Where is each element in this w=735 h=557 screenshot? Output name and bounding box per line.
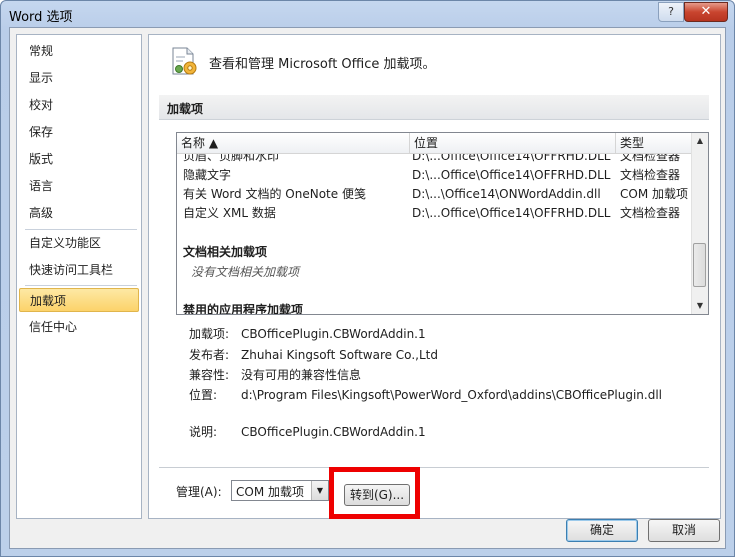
detail-description-label: 说明: — [189, 425, 218, 439]
sidebar-divider — [25, 229, 137, 230]
detail-compat-label: 兼容性: — [189, 368, 230, 382]
row-location: D:\...Office\Office14\OFFRHD.DLL — [412, 168, 611, 182]
column-header-location[interactable]: 位置 — [410, 133, 616, 153]
scroll-up-icon[interactable]: ▲ — [692, 133, 708, 149]
sidebar-item-addins[interactable]: 加载项 — [19, 288, 139, 312]
sidebar-item-quick-access[interactable]: 快速访问工具栏 — [19, 258, 139, 282]
sidebar-item-customize-ribbon[interactable]: 自定义功能区 — [19, 231, 139, 255]
main-panel: 查看和管理 Microsoft Office 加载项。 加载项 名称 ▲ 位置 … — [148, 34, 721, 519]
detail-addin-label: 加载项: — [189, 327, 230, 341]
row-name: 自定义 XML 数据 — [183, 206, 276, 220]
detail-location-value: d:\Program Files\Kingsoft\PowerWord_Oxfo… — [241, 388, 663, 402]
section-title: 加载项 — [167, 102, 204, 116]
help-button[interactable]: ? — [658, 2, 684, 22]
detail-location: 位置: d:\Program Files\Kingsoft\PowerWord_… — [189, 386, 662, 404]
options-dialog: Word 选项 ? ✕ 常规 显示 校对 保存 版式 语言 高级 自定义功能区 … — [0, 0, 735, 557]
row-location: D:\...\Office14\ONWordAddin.dll — [412, 187, 601, 201]
group-disabled-addins: 禁用的应用程序加载项 — [183, 303, 304, 315]
detail-publisher-value: Zhuhai Kingsoft Software Co.,Ltd — [241, 348, 438, 362]
table-row[interactable]: 隐藏文字 D:\...Office\Office14\OFFRHD.DLL 文档… — [177, 166, 693, 185]
row-name: 隐藏文字 — [183, 168, 232, 182]
chevron-down-icon[interactable]: ▼ — [311, 481, 328, 500]
addins-gear-icon — [172, 47, 197, 75]
dialog-content: 常规 显示 校对 保存 版式 语言 高级 自定义功能区 快速访问工具栏 加载项 … — [9, 27, 726, 549]
detail-addin: 加载项: CBOfficePlugin.CBWordAddin.1 — [189, 325, 426, 343]
detail-description-value: CBOfficePlugin.CBWordAddin.1 — [241, 425, 426, 439]
detail-compat-value: 没有可用的兼容性信息 — [241, 368, 362, 382]
page-heading: 查看和管理 Microsoft Office 加载项。 — [209, 57, 436, 72]
row-type: 文档检查器 — [620, 206, 681, 220]
manage-selected-value: COM 加载项 — [236, 485, 304, 499]
detail-publisher-label: 发布者: — [189, 348, 230, 362]
ok-button[interactable]: 确定 — [566, 519, 638, 542]
sidebar-item-general[interactable]: 常规 — [19, 39, 139, 63]
detail-location-label: 位置: — [189, 388, 218, 402]
detail-publisher: 发布者: Zhuhai Kingsoft Software Co.,Ltd — [189, 346, 438, 364]
addins-table[interactable]: 名称 ▲ 位置 类型 页眉、页脚和水印 D:\...Office\Office1… — [176, 132, 709, 315]
title-bar: Word 选项 ? ✕ — [1, 1, 734, 27]
goto-button[interactable]: 转到(G)... — [344, 484, 410, 506]
goto-highlight-box: 转到(G)... — [329, 467, 420, 519]
sidebar-divider — [25, 285, 137, 286]
sidebar-item-layout[interactable]: 版式 — [19, 147, 139, 171]
detail-addin-value: CBOfficePlugin.CBWordAddin.1 — [241, 327, 426, 341]
row-type: 文档检查器 — [620, 168, 681, 182]
manage-label: 管理(A): — [176, 485, 222, 499]
detail-compat: 兼容性: 没有可用的兼容性信息 — [189, 366, 361, 384]
scroll-down-icon[interactable]: ▼ — [692, 298, 708, 314]
row-type: COM 加载项 — [620, 187, 688, 201]
table-row[interactable]: 自定义 XML 数据 D:\...Office\Office14\OFFRHD.… — [177, 204, 693, 223]
manage-divider — [159, 467, 709, 468]
cancel-button[interactable]: 取消 — [648, 519, 720, 542]
scroll-thumb[interactable] — [693, 243, 706, 287]
detail-description: 说明: CBOfficePlugin.CBWordAddin.1 — [189, 423, 426, 441]
section-header: 加载项 — [159, 95, 709, 120]
sidebar: 常规 显示 校对 保存 版式 语言 高级 自定义功能区 快速访问工具栏 加载项 … — [16, 34, 142, 519]
window-title: Word 选项 — [9, 10, 73, 25]
table-row[interactable]: 有关 Word 文档的 OneNote 便笺 D:\...\Office14\O… — [177, 185, 693, 204]
sidebar-item-save[interactable]: 保存 — [19, 120, 139, 144]
row-location: D:\...Office\Office14\OFFRHD.DLL — [412, 206, 611, 220]
row-name: 有关 Word 文档的 OneNote 便笺 — [183, 187, 366, 201]
column-header-name[interactable]: 名称 ▲ — [177, 133, 410, 153]
sidebar-item-display[interactable]: 显示 — [19, 66, 139, 90]
group-doc-addins: 文档相关加载项 — [183, 245, 268, 259]
manage-dropdown[interactable]: COM 加载项 ▼ — [231, 480, 329, 501]
group-doc-empty: 没有文档相关加载项 — [191, 265, 300, 279]
sidebar-item-trust-center[interactable]: 信任中心 — [19, 315, 139, 339]
table-scrollbar[interactable]: ▲ ▼ — [691, 133, 708, 314]
close-button[interactable]: ✕ — [684, 2, 728, 22]
sidebar-item-proofing[interactable]: 校对 — [19, 93, 139, 117]
column-header-type[interactable]: 类型 — [616, 133, 693, 153]
sidebar-item-language[interactable]: 语言 — [19, 174, 139, 198]
table-header-overlay: 名称 ▲ 位置 类型 — [177, 133, 693, 154]
sidebar-item-advanced[interactable]: 高级 — [19, 201, 139, 225]
